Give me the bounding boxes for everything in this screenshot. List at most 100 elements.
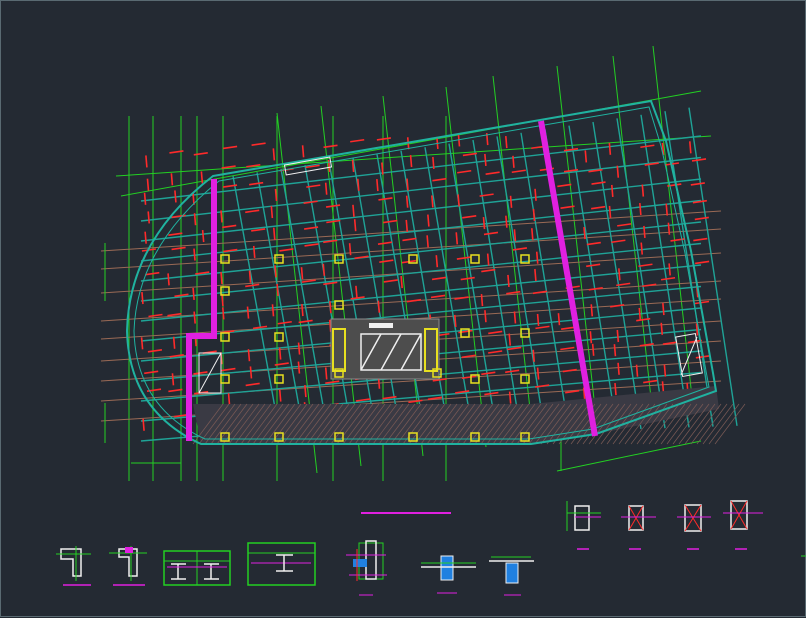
rebar-dash-vertical [144, 231, 147, 244]
rebar-dash-vertical [353, 219, 357, 232]
rebar-dash-vertical [509, 195, 513, 208]
rebar-dash-vertical [221, 294, 224, 307]
rebar-dash-horizontal [456, 256, 471, 260]
rebar-dash-horizontal [325, 204, 341, 208]
rebar-dash-horizontal [690, 182, 705, 186]
rebar-dash-vertical [247, 349, 251, 362]
rebar-dash-vertical [507, 274, 510, 288]
rebar-dash-vertical [535, 251, 539, 264]
column [220, 374, 230, 384]
rebar-dash-horizontal [148, 313, 163, 318]
rebar-dash-vertical [688, 141, 692, 154]
rebar-dash-vertical [536, 367, 540, 380]
rebar-dash-vertical [457, 134, 461, 147]
magenta-wall-left [186, 179, 217, 441]
rebar-dash-horizontal [245, 209, 260, 214]
rebar-dash-horizontal [249, 181, 264, 186]
rebar-dash-horizontal [483, 231, 499, 236]
cad-viewport[interactable] [0, 0, 806, 617]
rebar-dash-vertical [192, 287, 195, 301]
rebar-dash-vertical [486, 253, 490, 266]
rebar-dash-horizontal [454, 296, 469, 300]
rebar-dash-horizontal [640, 144, 655, 149]
rebar-dash-vertical [584, 150, 588, 163]
rebar-dash-vertical [665, 203, 669, 216]
rebar-dash-vertical [249, 366, 253, 379]
rebar-dash-horizontal [378, 197, 393, 201]
rebar-dash-horizontal [691, 158, 707, 162]
rebar-dash-vertical [200, 171, 204, 184]
rebar-dash-horizontal [145, 271, 160, 276]
rebar-dash-marks [140, 132, 710, 431]
rebar-dash-vertical [589, 331, 593, 344]
rebar-dash-horizontal [222, 145, 238, 150]
rebar-dash-vertical [301, 304, 304, 317]
rebar-dash-vertical [610, 184, 614, 198]
rebar-dash-horizontal [488, 350, 503, 354]
rebar-dash-vertical [324, 182, 328, 195]
rebar-dash-vertical [351, 159, 355, 172]
detail-9 [621, 505, 656, 550]
rebar-dash-vertical [613, 344, 617, 357]
rebar-dash-horizontal [488, 330, 503, 335]
rebar-dash-horizontal [586, 263, 601, 268]
rebar-dash-vertical [608, 142, 612, 155]
rebar-dash-horizontal [693, 237, 708, 242]
rebar-dash-horizontal [193, 371, 208, 375]
detail-11 [723, 500, 763, 550]
rebar-dash-horizontal [557, 183, 572, 188]
rebar-dash-horizontal [406, 298, 422, 303]
rebar-dash-vertical [508, 391, 512, 404]
rebar-dash-horizontal [485, 171, 500, 175]
rebar-dash-horizontal [279, 248, 294, 252]
rebar-dash-vertical [453, 314, 457, 328]
rebar-dash-vertical [248, 270, 252, 283]
rebar-dash-horizontal [694, 300, 710, 305]
beam-line-vertical [232, 175, 282, 442]
rebar-dash-vertical [590, 304, 594, 317]
rebar-dash-horizontal [432, 177, 447, 182]
rebar-dash-vertical [616, 329, 620, 343]
detail-10 [677, 504, 711, 550]
rebar-dash-vertical [504, 135, 508, 149]
rebar-dash-vertical [300, 267, 304, 280]
rebar-dash-horizontal [481, 371, 496, 376]
rebar-dash-horizontal [304, 243, 319, 247]
rebar-dash-vertical [643, 225, 646, 239]
column [274, 332, 284, 342]
rebar-dash-horizontal [379, 259, 394, 263]
rebar-dash-vertical [322, 263, 326, 276]
rebar-dash-horizontal [383, 219, 398, 224]
beam-grid [140, 107, 738, 442]
rebar-dash-vertical [614, 382, 617, 396]
rebar-dash-horizontal [167, 312, 182, 317]
rebar-dash-vertical [557, 313, 561, 326]
rebar-dash-vertical [274, 265, 277, 278]
rebar-dash-horizontal [484, 391, 499, 396]
rebar-dash-vertical [381, 162, 384, 175]
rebar-dash-vertical [512, 155, 515, 168]
rebar-dash-vertical [431, 195, 434, 208]
rebar-dash-vertical [531, 228, 534, 241]
rebar-dash-horizontal [511, 169, 526, 174]
rebar-dash-vertical [304, 385, 307, 398]
rebar-dash-horizontal [506, 290, 521, 295]
rebar-dash-vertical [348, 243, 352, 256]
rebar-dash-horizontal [642, 283, 657, 288]
rebar-dash-vertical [482, 217, 486, 230]
rebar-dash-vertical [270, 206, 274, 219]
rebar-dash-vertical [357, 178, 360, 191]
rebar-dash-vertical [246, 306, 250, 319]
rebar-dash-horizontal [301, 279, 316, 283]
rebar-dash-horizontal [245, 382, 260, 387]
rebar-dash-vertical [171, 373, 175, 386]
detail-4 [247, 542, 316, 586]
rebar-dash-vertical [324, 367, 328, 380]
rebar-dash-vertical [141, 292, 144, 305]
rebar-dash-vertical [532, 208, 536, 222]
rebar-dash-horizontal [430, 294, 446, 299]
rebar-dash-vertical [457, 194, 460, 207]
rebar-dash-vertical [405, 219, 409, 232]
rebar-dash-vertical [616, 165, 620, 178]
rebar-dash-vertical [376, 178, 379, 192]
